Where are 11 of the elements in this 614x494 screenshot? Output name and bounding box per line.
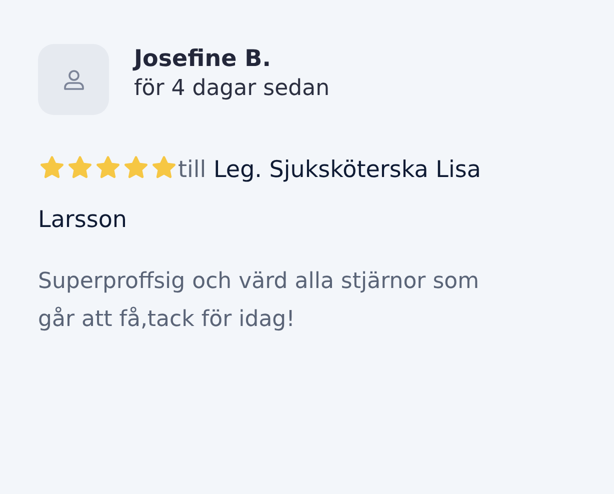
- filled-star-icon: [150, 155, 178, 181]
- review-text: Superproffsig och värd alla stjärnor som går att få,tack för idag!: [38, 268, 480, 334]
- filled-star-icon: [122, 155, 150, 181]
- filled-star-icon: [66, 155, 94, 181]
- recipient-name: Larsson: [38, 207, 127, 233]
- author-name: Josefine B.: [134, 46, 272, 72]
- recipient-name: Leg. Sjuksköterska Lisa: [214, 157, 481, 183]
- filled-star-icon: [94, 155, 122, 181]
- filled-star-icon: [38, 155, 66, 181]
- review-time: för 4 dagar sedan: [134, 76, 330, 101]
- connector-text: till: [178, 157, 206, 183]
